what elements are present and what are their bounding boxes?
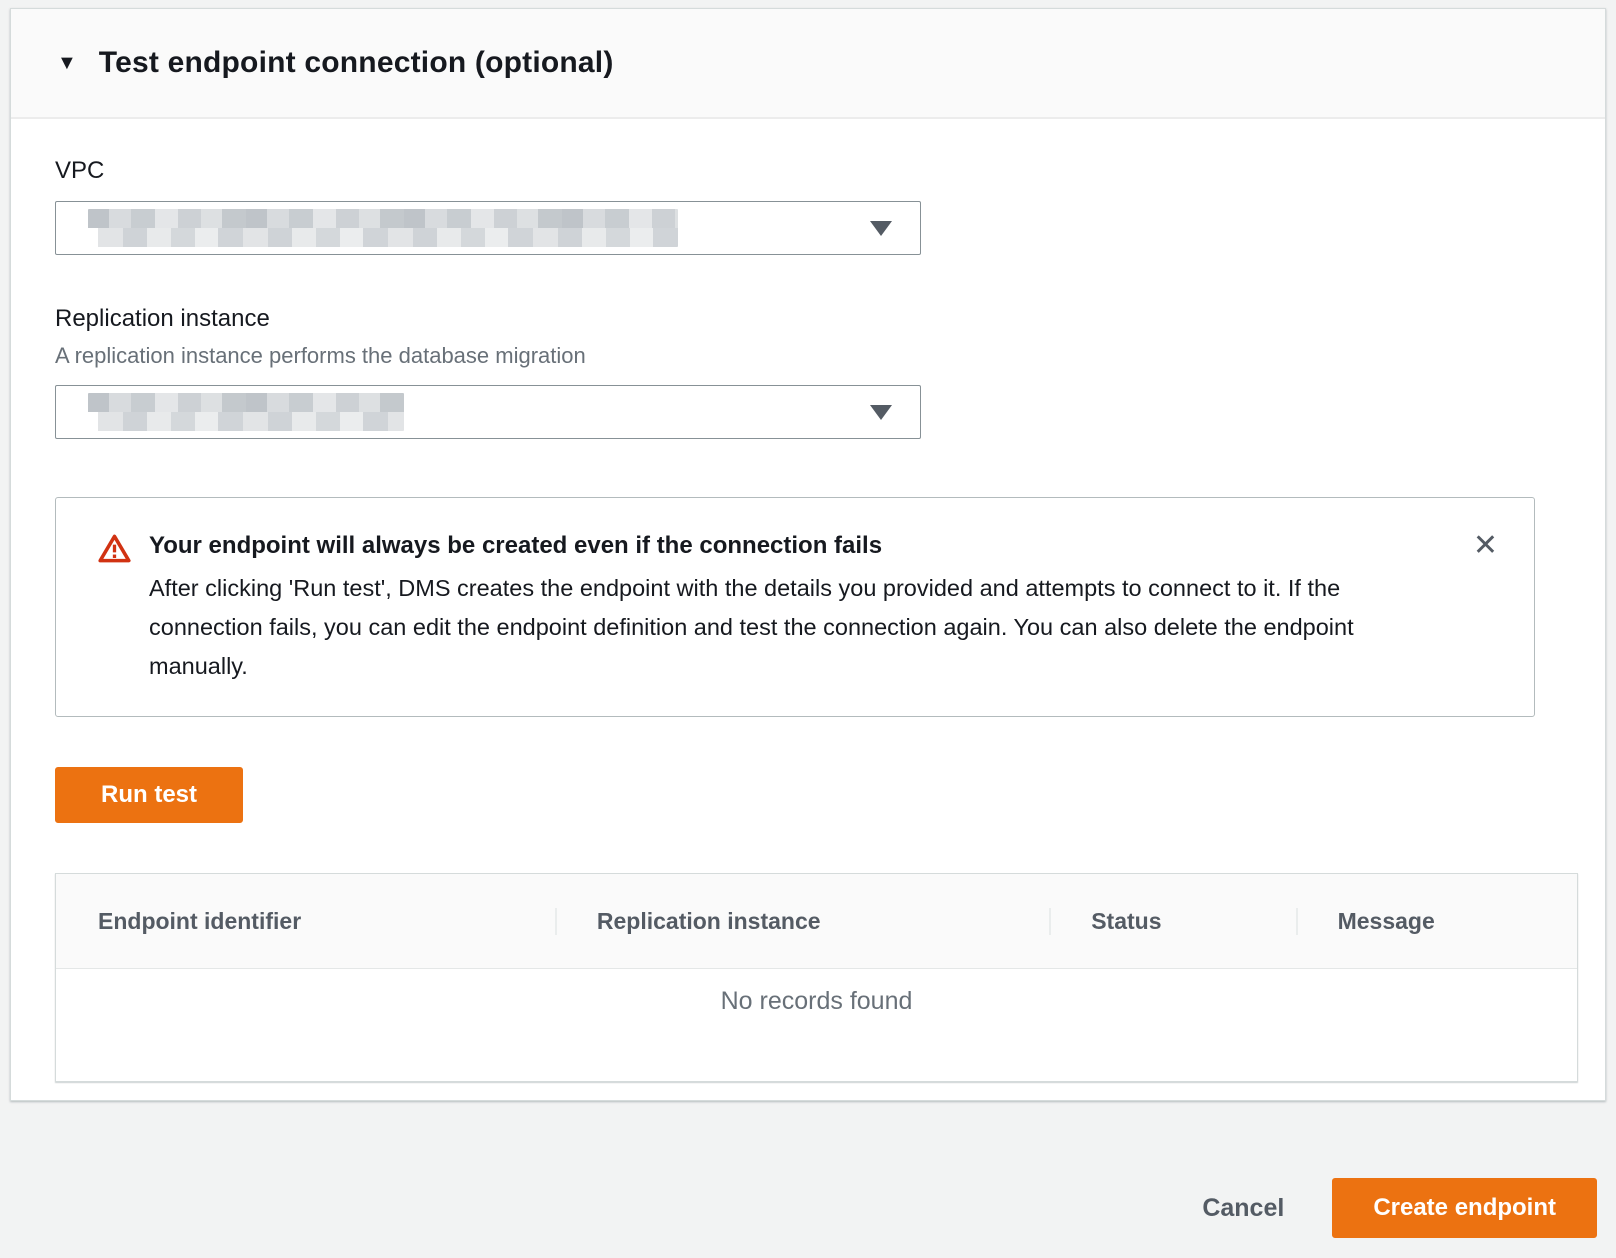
collapse-caret-icon[interactable]: ▼ [57, 53, 77, 73]
vpc-redacted-value [88, 209, 678, 247]
alert-content: Your endpoint will always be created eve… [149, 530, 1453, 686]
replication-instance-redacted-value [88, 393, 404, 431]
alert-body: After clicking 'Run test', DMS creates t… [149, 569, 1449, 686]
footer-actions: Cancel Create endpoint [0, 1178, 1616, 1238]
replication-instance-select[interactable] [55, 385, 921, 439]
test-endpoint-section-card: ▼ Test endpoint connection (optional) VP… [10, 8, 1606, 1101]
warning-alert: Your endpoint will always be created eve… [55, 497, 1535, 717]
column-header-status: Status [1049, 908, 1295, 935]
empty-state-text: No records found [721, 987, 913, 1016]
section-body: VPC Replication instance A replication i… [11, 157, 1605, 1082]
vpc-label: VPC [55, 157, 1561, 185]
test-results-table: Endpoint identifier Replication instance… [55, 873, 1578, 1082]
warning-triangle-icon [98, 533, 131, 569]
replication-instance-description: A replication instance performs the data… [55, 343, 1561, 369]
column-header-replication-instance: Replication instance [555, 908, 1049, 935]
create-endpoint-button[interactable]: Create endpoint [1332, 1178, 1597, 1238]
section-title: Test endpoint connection (optional) [99, 46, 614, 80]
page: ▼ Test endpoint connection (optional) VP… [0, 0, 1616, 1258]
vpc-select[interactable] [55, 201, 921, 255]
section-header[interactable]: ▼ Test endpoint connection (optional) [11, 9, 1605, 119]
replication-instance-label: Replication instance [55, 305, 1561, 333]
cancel-button[interactable]: Cancel [1202, 1194, 1284, 1223]
column-header-message: Message [1296, 908, 1577, 935]
column-header-endpoint-identifier: Endpoint identifier [56, 908, 555, 935]
table-empty-state: No records found [56, 969, 1577, 1081]
alert-title: Your endpoint will always be created eve… [149, 530, 1453, 562]
dropdown-caret-icon [870, 405, 892, 420]
run-test-button[interactable]: Run test [55, 767, 243, 823]
table-header-row: Endpoint identifier Replication instance… [56, 874, 1577, 969]
close-icon[interactable]: ✕ [1473, 530, 1498, 562]
dropdown-caret-icon [870, 221, 892, 236]
